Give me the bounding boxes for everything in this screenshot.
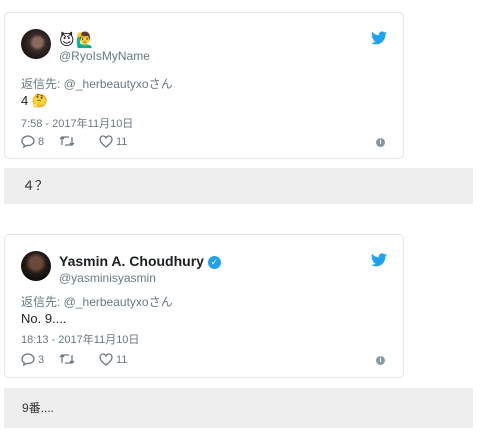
translation-box: ４？ [4, 168, 473, 204]
tweet-card-2[interactable]: Yasmin A. Choudhury ✓ @yasminisyasmin 返信先… [4, 234, 404, 378]
tweet-card-1[interactable]: 😈🙋‍♂️ @RyoIsMyName 返信先: @_herbeautyxoさん … [4, 12, 404, 159]
tweet-actions: 8 11 [21, 135, 391, 151]
user-handle[interactable]: @RyoIsMyName [59, 49, 150, 63]
reply-count: 3 [38, 353, 45, 366]
retweet-button[interactable] [59, 135, 78, 147]
like-button[interactable]: 11 [99, 353, 127, 366]
reply-to-text: 返信先: @_herbeautyxoさん [21, 77, 173, 91]
avatar[interactable] [21, 251, 51, 281]
like-count: 11 [116, 135, 128, 148]
tweet-timestamp[interactable]: 7:58 - 2017年11月10日 [21, 115, 133, 131]
reply-button[interactable]: 8 [21, 135, 44, 148]
tweet-text: No. 9.... [21, 311, 67, 326]
display-name[interactable]: 😈🙋‍♂️ [59, 31, 95, 49]
reply-icon [21, 135, 35, 148]
like-count: 11 [116, 353, 128, 366]
info-icon[interactable]: i [376, 356, 385, 365]
user-handle[interactable]: @yasminisyasmin [59, 271, 156, 285]
tweet-timestamp[interactable]: 18:13 - 2017年11月10日 [21, 331, 139, 347]
heart-icon [99, 353, 113, 366]
twitter-bird-icon[interactable] [371, 253, 387, 267]
tweet-actions: 3 11 [21, 353, 391, 369]
avatar[interactable] [21, 29, 51, 59]
info-icon[interactable]: i [376, 138, 385, 147]
reply-to-text: 返信先: @_herbeautyxoさん [21, 295, 173, 309]
retweet-icon [59, 354, 75, 364]
retweet-button[interactable] [59, 353, 78, 365]
reply-button[interactable]: 3 [21, 353, 44, 366]
twitter-bird-icon[interactable] [371, 31, 387, 45]
tweet-text: 4 🤔 [21, 93, 49, 108]
reply-count: 8 [38, 135, 45, 148]
reply-icon [21, 353, 35, 366]
like-button[interactable]: 11 [99, 135, 127, 148]
translation-box: 9番.... [4, 388, 473, 428]
display-name[interactable]: Yasmin A. Choudhury ✓ [59, 253, 221, 269]
verified-badge-icon: ✓ [207, 256, 221, 269]
heart-icon [99, 135, 113, 148]
retweet-icon [59, 136, 75, 146]
